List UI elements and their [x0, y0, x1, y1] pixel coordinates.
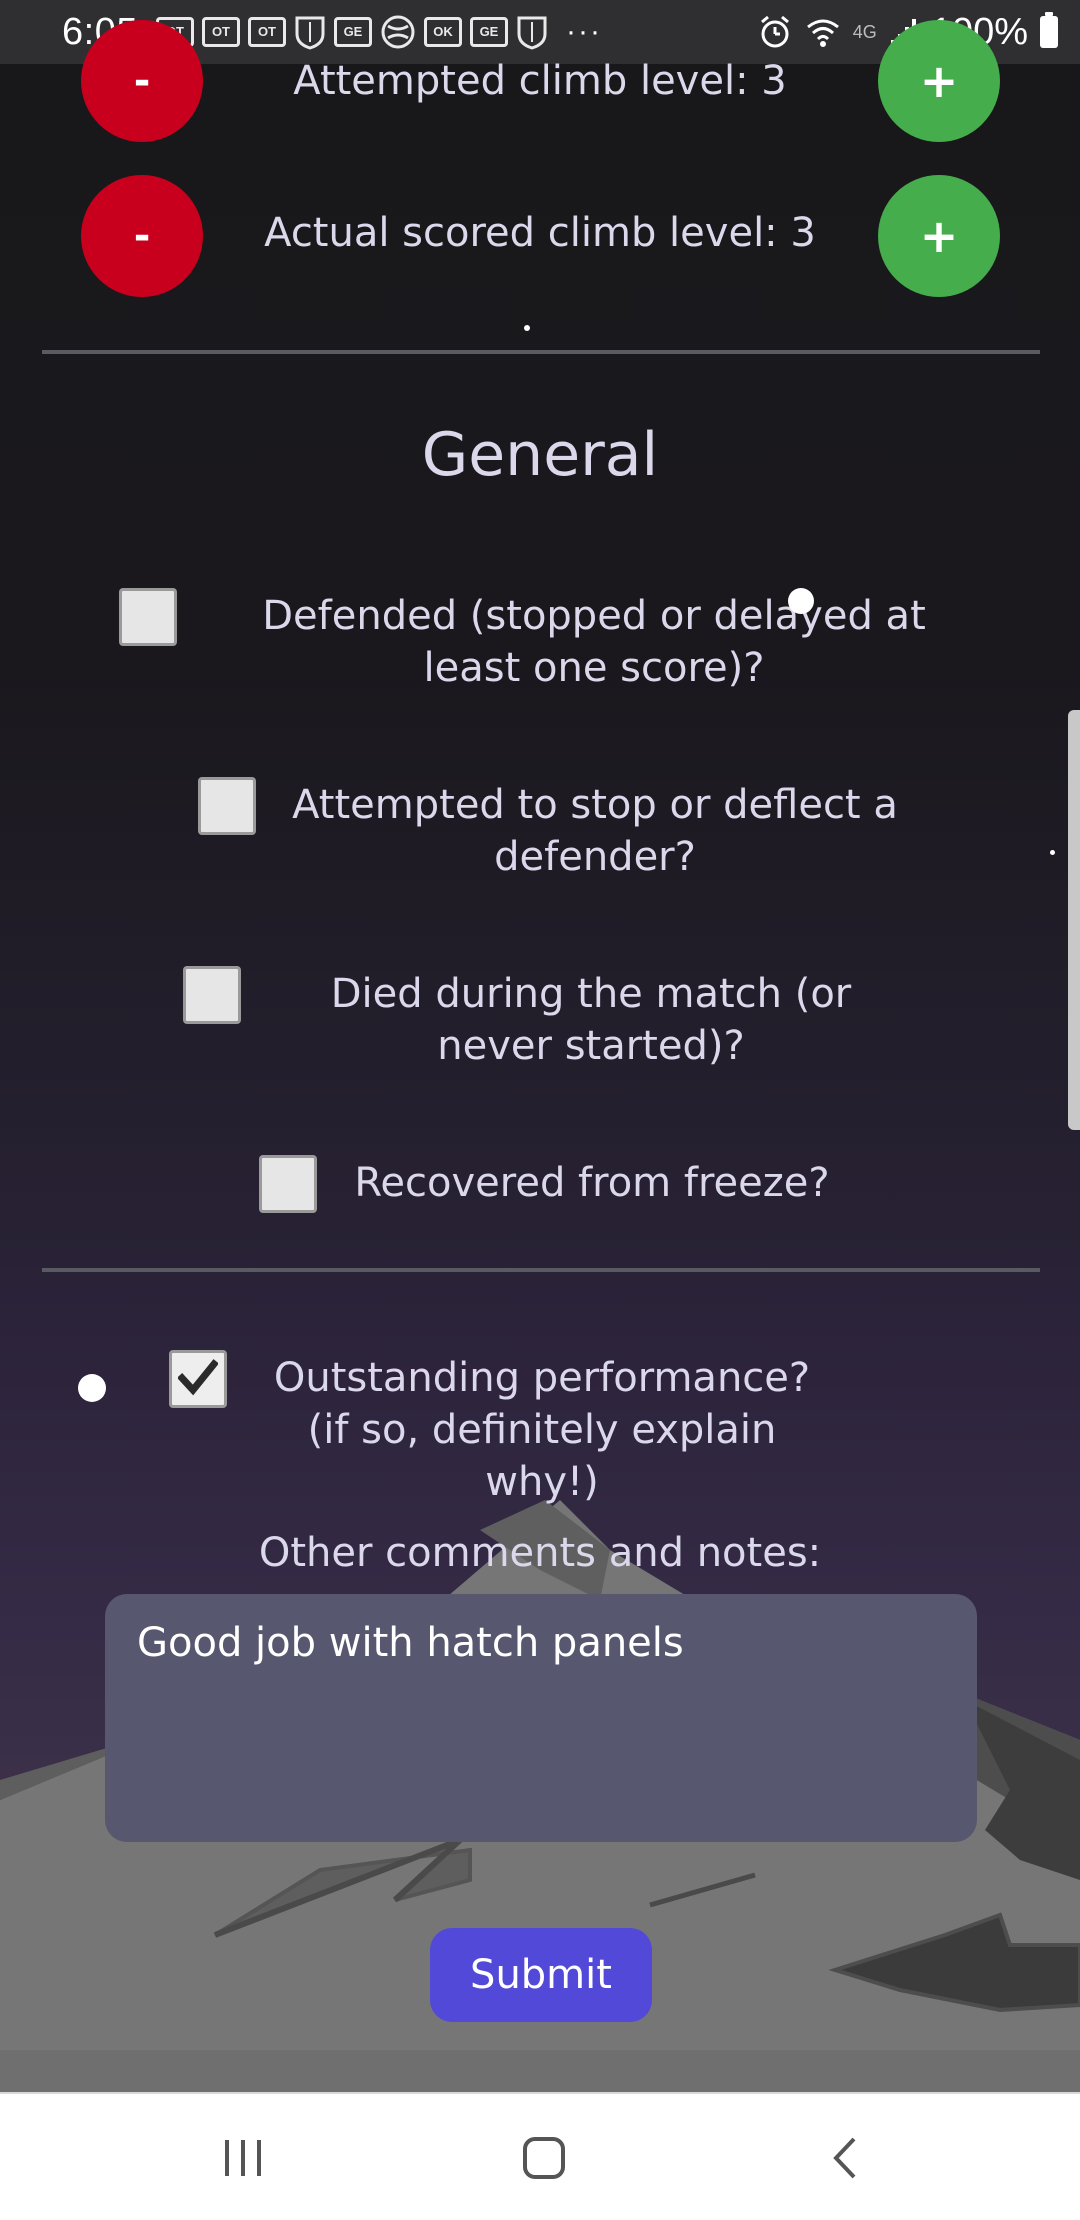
actual-climb-increment-button[interactable]: + [878, 175, 1000, 297]
outstanding-performance-checkbox[interactable] [169, 1350, 227, 1408]
back-icon [833, 2137, 856, 2179]
deflect-defender-label: Attempted to stop or deflect a defender? [292, 782, 898, 880]
recents-icon [225, 2140, 261, 2176]
navigation-bar [0, 2092, 1080, 2220]
died-label: Died during the match (or never started)… [330, 971, 852, 1069]
comments-textarea[interactable]: Good job with hatch panels [105, 1594, 977, 1842]
attempted-climb-decrement-button[interactable]: - [81, 20, 203, 142]
general-section-title: General [421, 420, 659, 490]
actual-climb-row: - Actual scored climb level: 3 + [0, 174, 1080, 298]
recents-button[interactable] [163, 2094, 323, 2220]
outstanding-performance-label: Outstanding performance? (if so, definit… [273, 1355, 811, 1505]
home-icon [523, 2137, 565, 2179]
back-button[interactable] [766, 2094, 926, 2220]
touch-indicator-dot [1050, 850, 1055, 855]
comments-label: Other comments and notes: [258, 1530, 822, 1576]
touch-indicator-dot [788, 588, 814, 614]
attempted-climb-row: - Attempted climb level: 3 + [0, 20, 1080, 144]
mountain-background-image [0, 1500, 1080, 2092]
home-button[interactable] [464, 2094, 624, 2220]
actual-climb-decrement-button[interactable]: - [81, 175, 203, 297]
attempted-climb-increment-button[interactable]: + [878, 20, 1000, 142]
touch-indicator-dot [78, 1374, 106, 1402]
section-divider [42, 1268, 1040, 1272]
defended-label: Defended (stopped or delayed at least on… [262, 593, 926, 691]
scrollbar[interactable] [1068, 710, 1080, 1130]
section-divider [42, 350, 1040, 354]
defended-checkbox[interactable] [119, 588, 177, 646]
app-screen: 6:05 OT OT OT GE OK GE ··· 4G 100% - Att… [0, 0, 1080, 2220]
actual-climb-label: Actual scored climb level: 3 [264, 210, 816, 256]
submit-button[interactable]: Submit [430, 1928, 652, 2022]
died-checkbox[interactable] [183, 966, 241, 1024]
recovered-freeze-checkbox[interactable] [259, 1155, 317, 1213]
touch-indicator-dot [524, 325, 530, 331]
recovered-freeze-label: Recovered from freeze? [354, 1160, 830, 1206]
attempted-climb-label: Attempted climb level: 3 [293, 58, 787, 104]
deflect-defender-checkbox[interactable] [198, 777, 256, 835]
checkmark-icon [178, 1359, 218, 1396]
